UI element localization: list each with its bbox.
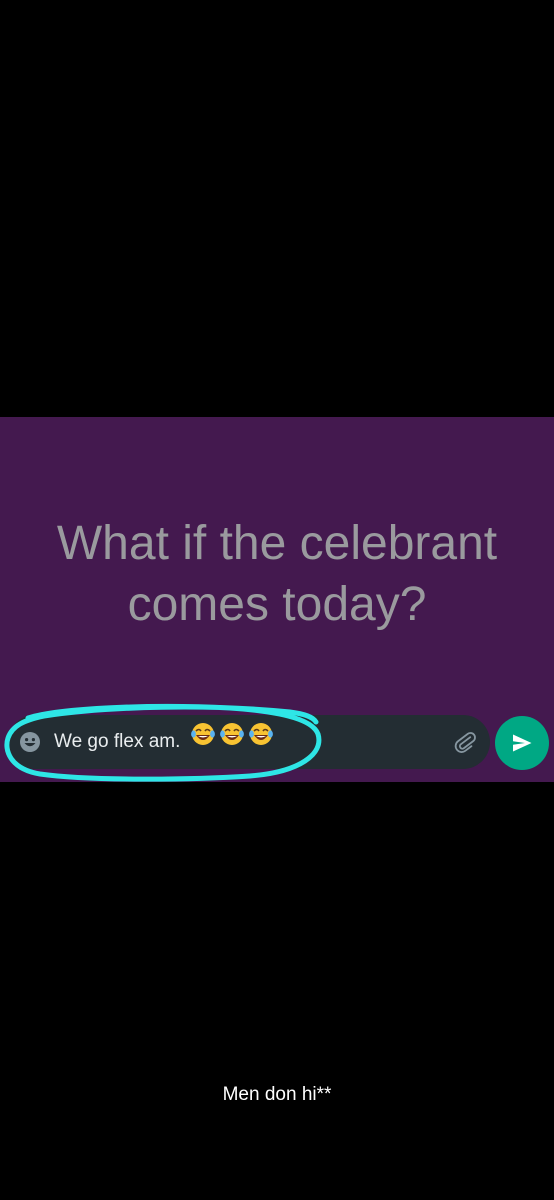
reply-input[interactable]: We go flex am. (54, 715, 274, 769)
status-text: What if the celebrant comes today? (56, 517, 498, 631)
laughing-emoji-group (190, 715, 274, 769)
send-button[interactable] (495, 716, 549, 770)
send-arrow-icon (513, 734, 532, 752)
reply-text: We go flex am. (54, 731, 181, 753)
emoji-smiley-icon[interactable] (18, 730, 42, 754)
reply-bar[interactable]: We go flex am. (8, 715, 490, 769)
status-card: What if the celebrant comes today? We go… (0, 417, 554, 782)
tears-of-joy-emoji-icons (191, 723, 274, 745)
caption: Men don hi** (222, 1084, 332, 1105)
paperclip-icon[interactable] (452, 729, 478, 755)
